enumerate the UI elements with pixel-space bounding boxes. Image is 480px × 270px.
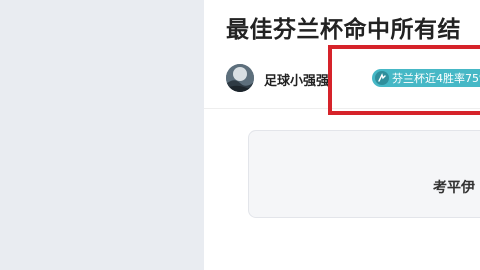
left-panel [0,0,204,270]
article-panel: 最佳芬兰杯命中所有结 足球小强强 芬兰杯近4胜率75% 考平伊 [204,0,480,270]
article-title: 最佳芬兰杯命中所有结 [226,17,461,43]
author-name[interactable]: 足球小强强 [264,70,329,89]
highlight-box [328,45,480,115]
content-card[interactable]: 考平伊 [248,130,480,218]
avatar[interactable] [226,64,254,92]
avatar-icon [226,64,254,92]
card-text: 考平伊 [433,180,475,196]
